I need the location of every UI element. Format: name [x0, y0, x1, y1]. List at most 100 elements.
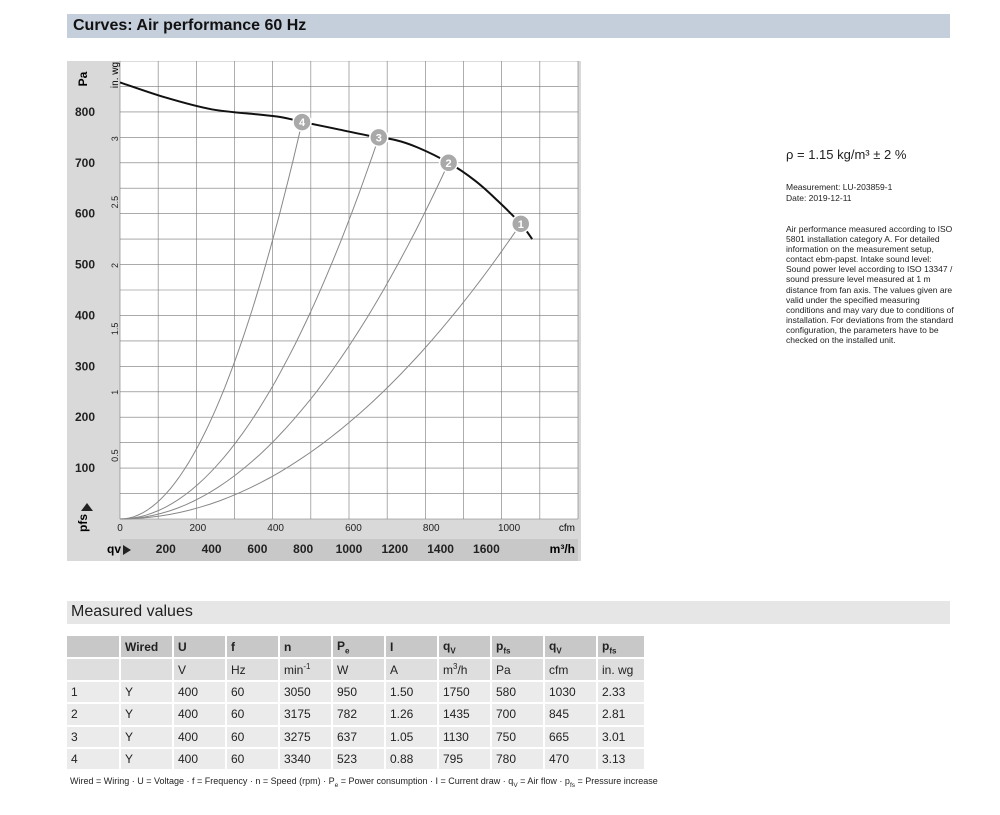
table-cell: 470 — [544, 747, 598, 772]
table-cell: 2.81 — [597, 703, 646, 727]
y-tick-inwg: 2.5 — [110, 196, 120, 209]
table-cell: 3275 — [279, 725, 333, 749]
x-tick-cfm: 200 — [189, 523, 206, 534]
x-tick-cfm: 600 — [345, 523, 362, 534]
table-cell: 60 — [226, 725, 280, 749]
table-cell: 750 — [491, 725, 545, 749]
y-tick-inwg: 1.5 — [110, 323, 120, 336]
table-cell: 1030 — [544, 680, 598, 705]
y-tick-pa: 500 — [75, 258, 95, 272]
table-cell: 3 — [67, 725, 121, 749]
measurement-info: Measurement: LU-203859-1 Date: 2019-12-1… — [786, 182, 892, 204]
x-axis-symbol: qv — [107, 542, 121, 556]
col-header: Pe — [332, 636, 386, 660]
unit-cell: min-1 — [279, 658, 333, 682]
table-cell: 3050 — [279, 680, 333, 705]
x-tick-m3h: 1400 — [427, 542, 454, 556]
note-line: distance from fan axis. The values given… — [786, 284, 953, 295]
table-cell: 580 — [491, 680, 545, 705]
note-line: configuration, the parameters have to be — [786, 324, 939, 335]
table-cell: 400 — [173, 703, 227, 727]
table-cell: 400 — [173, 725, 227, 749]
table-cell: 950 — [332, 680, 386, 705]
note-line: installation. For deviations from the st… — [786, 314, 954, 325]
table-cell: 1750 — [438, 680, 492, 705]
col-header: pfs — [491, 636, 545, 660]
table-cell: Y — [120, 725, 174, 749]
y-unit-right: in. wg — [110, 62, 121, 88]
operating-point-label: 4 — [299, 117, 306, 129]
note-line: 5801 installation category A. For detail… — [786, 234, 940, 245]
note-line: checked on the installed unit. — [786, 335, 896, 346]
operating-point-label: 3 — [376, 132, 382, 144]
y-tick-pa: 100 — [75, 461, 95, 475]
table-row: 2 Y 400 60 3175 782 1.26 1435 700 845 2.81 — [67, 703, 646, 727]
table-cell: 1435 — [438, 703, 492, 727]
table-unit-row: V Hz min-1 W A m3/h Pa cfm in. wg — [67, 658, 646, 682]
col-header: n — [279, 636, 333, 660]
x-tick-m3h: 1200 — [381, 542, 408, 556]
table-cell: 782 — [332, 703, 386, 727]
table-cell: 60 — [226, 680, 280, 705]
table-cell: 2 — [67, 703, 121, 727]
y-tick-pa: 800 — [75, 105, 95, 119]
unit-cell: cfm — [544, 658, 598, 682]
table-cell: 3340 — [279, 747, 333, 772]
col-header: f — [226, 636, 280, 660]
table-header-row: Wired U f n Pe I qV pfs qV pfs — [67, 636, 646, 660]
note-line: Sound power level according to ISO 13347… — [786, 264, 953, 275]
operating-point-label: 1 — [518, 219, 524, 231]
note-line: conditions and may vary due to condition… — [786, 304, 954, 315]
x-tick-m3h: 1000 — [336, 542, 363, 556]
unit-cell — [120, 658, 174, 682]
table-cell: 60 — [226, 703, 280, 727]
x-tick-cfm: 1000 — [498, 523, 521, 534]
operating-point-label: 2 — [446, 158, 452, 170]
table-cell: 845 — [544, 703, 598, 727]
table-cell: Y — [120, 703, 174, 727]
table-cell: 3.01 — [597, 725, 646, 749]
col-header: I — [385, 636, 439, 660]
unit-cell: Pa — [491, 658, 545, 682]
table-cell: 1 — [67, 680, 121, 705]
unit-cell — [67, 658, 121, 682]
table-cell: 1.26 — [385, 703, 439, 727]
table-row: 1 Y 400 60 3050 950 1.50 1750 580 1030 2.33 — [67, 680, 646, 705]
note-line: information on the measurement setup, — [786, 244, 934, 255]
measured-values-title: Measured values — [67, 601, 950, 624]
measured-values-table: Wired U f n Pe I qV pfs qV pfs V Hz min-… — [67, 636, 646, 772]
col-header: qV — [544, 636, 598, 660]
table-cell: 60 — [226, 747, 280, 772]
x-tick-m3h: 800 — [293, 542, 313, 556]
table-cell: 400 — [173, 747, 227, 772]
y-tick-pa: 300 — [75, 359, 95, 373]
unit-cell: in. wg — [597, 658, 646, 682]
x-unit-bottom: m³/h — [550, 542, 575, 556]
chart-title: Curves: Air performance 60 Hz — [67, 14, 950, 38]
measurement-id: Measurement: LU-203859-1 — [786, 182, 893, 192]
note-line: valid under the specified measuring — [786, 294, 920, 305]
col-header: qV — [438, 636, 492, 660]
unit-cell: m3/h — [438, 658, 492, 682]
x-tick-m3h: 1600 — [473, 542, 500, 556]
table-cell: Y — [120, 680, 174, 705]
col-header: pfs — [597, 636, 646, 660]
x-tick-m3h: 400 — [202, 542, 222, 556]
density-label: ρ = 1.15 kg/m³ ± 2 % — [786, 147, 907, 162]
table-cell: 700 — [491, 703, 545, 727]
x-tick-cfm: 0 — [117, 523, 123, 534]
table-cell: 2.33 — [597, 680, 646, 705]
table-cell: 780 — [491, 747, 545, 772]
y-axis-symbol: pfs — [76, 514, 90, 532]
measurement-note: Air performance measured according to IS… — [786, 224, 958, 345]
y-tick-inwg: 2 — [110, 263, 120, 268]
table-legend: Wired = Wiring · U = Voltage · f = Frequ… — [70, 776, 658, 789]
unit-cell: Hz — [226, 658, 280, 682]
note-line: Air performance measured according to IS… — [786, 224, 953, 234]
table-cell: 523 — [332, 747, 386, 772]
table-cell: 0.88 — [385, 747, 439, 772]
table-row: 3 Y 400 60 3275 637 1.05 1130 750 665 3.01 — [67, 725, 646, 749]
measurement-date: Date: 2019-12-11 — [786, 193, 852, 203]
y-tick-inwg: 1 — [110, 390, 120, 395]
unit-cell: W — [332, 658, 386, 682]
